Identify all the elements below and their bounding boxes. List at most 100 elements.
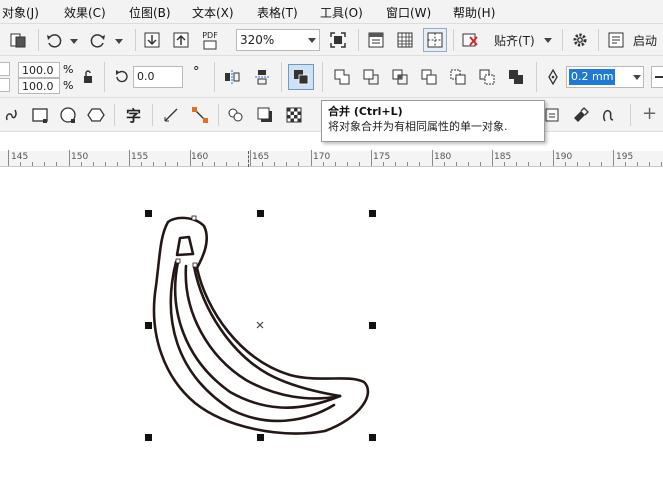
ruler-tick [407,162,409,166]
outline-width-dropdown-icon[interactable] [633,75,641,80]
ruler-label: 185 [494,152,512,162]
ellipse-tool-icon[interactable] [58,105,78,125]
menu-table[interactable]: 表格(T) [257,4,298,21]
show-grid-icon[interactable] [395,30,415,50]
clipboard-icon[interactable] [8,30,28,50]
menu-window[interactable]: 窗口(W) [386,4,431,21]
line-style-selector[interactable] [651,66,663,88]
separator [152,104,153,126]
mirror-vertical-icon[interactable] [252,67,272,87]
ruler-cursor-marker [248,151,249,167]
separator [453,29,454,51]
polygon-tool-icon[interactable] [86,105,106,125]
snap-to-button[interactable]: 贴齐(T) [494,32,535,49]
redo-dropdown-icon[interactable] [115,39,123,44]
ruler-tick [576,162,578,166]
selection-handle-left[interactable] [145,322,152,329]
ruler-tick [104,162,106,166]
menu-effects[interactable]: 效果(C) [64,4,106,21]
menu-tools[interactable]: 工具(O) [320,4,363,21]
undo-icon[interactable] [44,30,64,50]
color-eyedropper-icon[interactable] [544,105,562,125]
simplify-icon[interactable] [419,67,439,87]
launch-button[interactable]: 启动 [633,32,657,49]
ruler-tick [467,162,469,166]
snap-off-icon[interactable] [460,30,480,50]
ruler-tick [371,150,372,166]
menu-help[interactable]: 帮助(H) [453,4,495,21]
selection-handle-top[interactable] [257,210,264,217]
menu-object[interactable]: 对象(J) [2,4,39,21]
separator [562,29,563,51]
separator [38,29,39,51]
import-icon[interactable] [142,30,162,50]
freehand-tool-icon[interactable] [2,105,22,125]
menu-bitmaps[interactable]: 位图(B) [129,4,171,21]
property-bar: 100.0 100.0 % % 0.0 ° 0.2 mm [0,56,663,98]
drop-shadow-tool-icon[interactable] [255,105,275,125]
smart-fill-icon[interactable] [570,105,590,125]
selection-handle-right[interactable] [369,322,376,329]
zoom-dropdown-icon[interactable] [308,38,316,43]
snap-dropdown-icon[interactable] [544,38,552,43]
show-rulers-icon[interactable] [366,30,386,50]
publish-pdf-button[interactable]: PDF [199,29,221,51]
add-tool-button[interactable]: + [642,103,657,124]
ruler-tick [661,162,663,166]
node-marker [191,215,197,221]
lock-ratio-icon[interactable] [80,68,96,86]
selection-handle-bottom-left[interactable] [145,434,152,441]
selection-handle-top-left[interactable] [145,210,152,217]
ruler-tick [32,162,34,166]
blend-tool-icon[interactable] [226,105,246,125]
redo-icon[interactable] [88,30,108,50]
ruler-tick [528,162,530,166]
create-boundary-icon[interactable] [506,67,526,87]
connector-tool-icon[interactable] [190,105,210,125]
separator [281,62,282,92]
launcher-icon[interactable] [606,30,626,50]
export-icon[interactable] [171,30,191,50]
ruler-tick [56,162,58,166]
scale-y-unit: % [63,79,74,92]
position-field-y[interactable] [0,78,10,92]
undo-dropdown-icon[interactable] [70,39,78,44]
separator [358,29,359,51]
line-style-preview [655,76,663,78]
horizontal-ruler[interactable]: 145 150 155 160 165 170 175 180 185 190 … [0,150,663,167]
front-minus-back-icon[interactable] [448,67,468,87]
separator [536,62,537,92]
combine-button[interactable] [288,64,314,90]
position-field-x[interactable] [0,62,10,76]
zoom-full-page-icon[interactable] [328,30,348,50]
selection-handle-bottom-right[interactable] [369,434,376,441]
transparency-tool-icon[interactable] [284,105,304,125]
dimension-tool-icon[interactable] [161,105,181,125]
ruler-tick [68,150,70,166]
ruler-tick [262,162,264,166]
text-tool-button[interactable]: 字 [126,105,141,126]
back-minus-front-icon[interactable] [477,67,497,87]
scale-y-field[interactable]: 100.0 [18,78,60,94]
mirror-horizontal-icon[interactable] [222,67,242,87]
ruler-tick [8,150,9,166]
menu-text[interactable]: 文本(X) [192,4,234,21]
ruler-tick [44,162,46,166]
gear-icon[interactable] [570,30,590,50]
intersect-icon[interactable] [390,67,410,87]
ruler-tick [201,162,203,166]
weld-icon[interactable] [332,67,352,87]
ruler-tick [80,162,82,166]
rectangle-tool-icon[interactable] [30,105,50,125]
selection-handle-bottom[interactable] [257,434,264,441]
banana-drawing[interactable] [0,168,663,483]
scale-x-field[interactable]: 100.0 [18,62,60,78]
selection-handle-top-right[interactable] [369,210,376,217]
drawing-canvas[interactable] [0,168,663,483]
interactive-outline-icon[interactable] [599,105,619,125]
separator [218,104,219,126]
show-guidelines-icon[interactable] [423,28,447,52]
trim-icon[interactable] [361,67,381,87]
rotation-angle-field[interactable]: 0.0 [133,66,183,88]
ruler-label: 150 [71,152,89,162]
